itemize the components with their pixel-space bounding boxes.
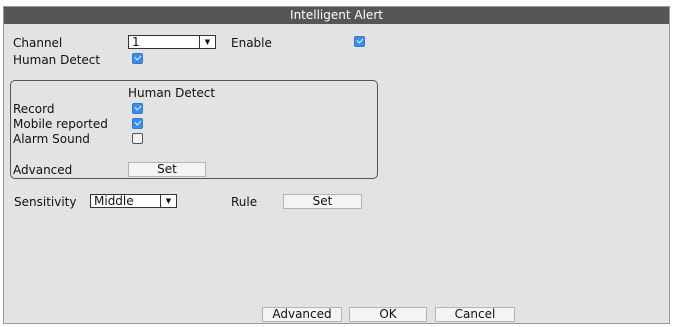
intelligent-alert-dialog: Intelligent Alert Channel 1 ▼ Enable Hum… [3, 6, 670, 324]
alarm-sound-checkbox[interactable] [132, 133, 143, 144]
mobile-reported-label: Mobile reported [13, 117, 108, 131]
enable-checkbox[interactable] [354, 36, 365, 47]
advanced-label: Advanced [13, 163, 73, 177]
channel-label: Channel [13, 36, 63, 50]
advanced-set-button[interactable]: Set [128, 162, 206, 177]
group-title: Human Detect [128, 86, 216, 100]
record-checkbox[interactable] [132, 103, 143, 114]
human-detect-group: Human Detect Record Mobile reported Alar… [10, 80, 378, 179]
record-label: Record [13, 102, 55, 116]
ok-button[interactable]: OK [349, 307, 427, 322]
sensitivity-select[interactable]: Middle ▼ [90, 194, 177, 208]
mobile-reported-checkbox[interactable] [132, 118, 143, 129]
enable-label: Enable [231, 36, 272, 50]
advanced-button[interactable]: Advanced [262, 307, 342, 322]
human-detect-checkbox[interactable] [132, 53, 143, 64]
rule-set-button[interactable]: Set [283, 194, 362, 209]
sensitivity-value: Middle [94, 194, 134, 208]
alarm-sound-label: Alarm Sound [13, 132, 90, 146]
human-detect-label: Human Detect [13, 53, 101, 67]
dialog-title: Intelligent Alert [4, 7, 669, 24]
chevron-down-icon[interactable]: ▼ [160, 195, 176, 207]
channel-select[interactable]: 1 ▼ [128, 35, 216, 49]
cancel-button[interactable]: Cancel [435, 307, 515, 322]
channel-value: 1 [132, 35, 140, 49]
sensitivity-label: Sensitivity [14, 195, 77, 209]
rule-label: Rule [231, 195, 258, 209]
chevron-down-icon[interactable]: ▼ [199, 36, 215, 48]
